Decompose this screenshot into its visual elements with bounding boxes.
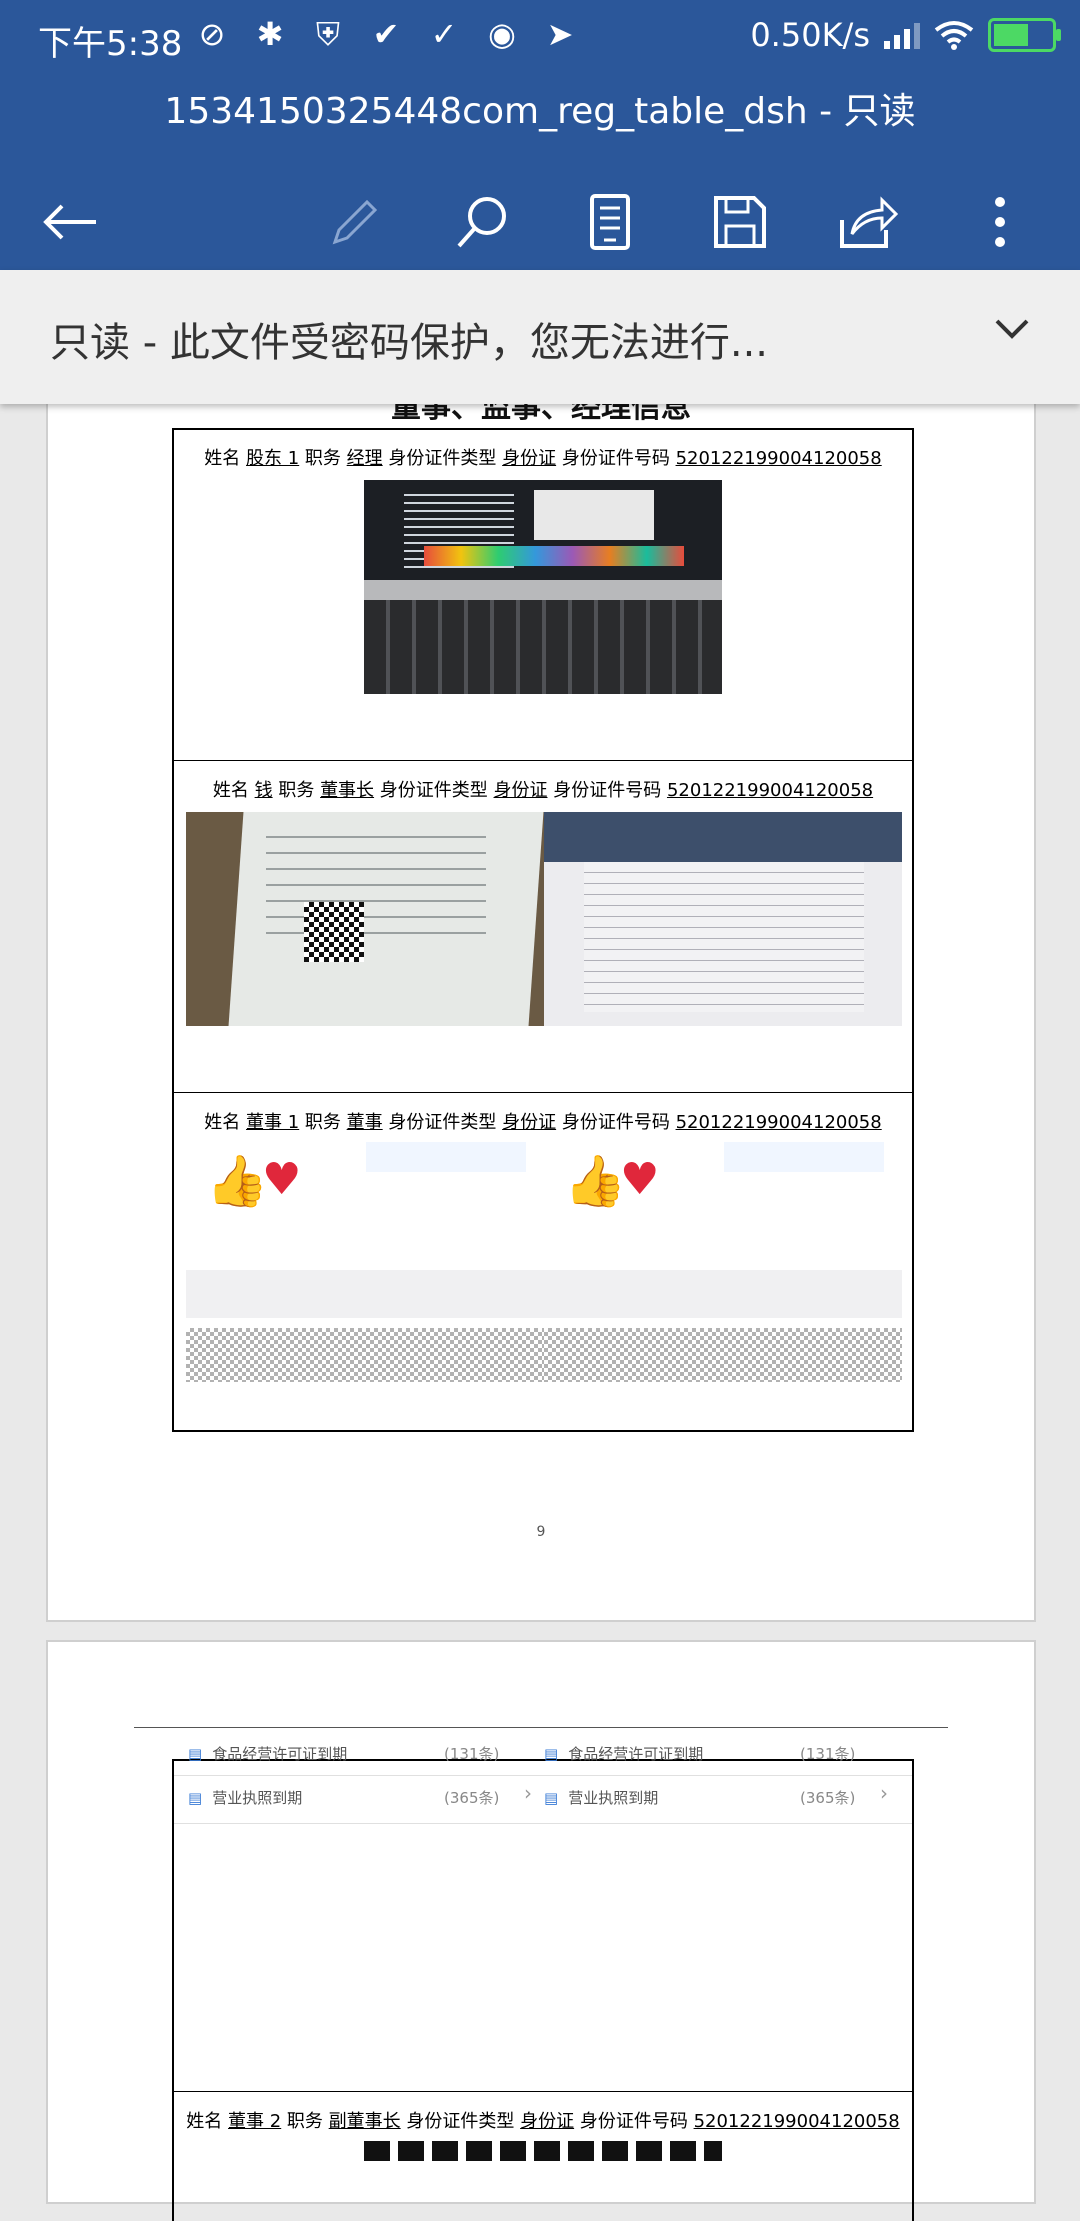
edit-button[interactable] bbox=[305, 172, 405, 272]
back-button[interactable] bbox=[20, 172, 120, 272]
notification-icons: ⊘ ✱ ⛨ ✔ ✓ ◉ ➤ bbox=[192, 14, 580, 54]
officer-table: 姓名 股东 1 职务 经理 身份证件类型 身份证 身份证件号码 52012219… bbox=[172, 428, 914, 1432]
status-right: 0.50K/s bbox=[750, 16, 1061, 54]
license-label: 食品经营许可证到期 bbox=[568, 1745, 704, 1763]
status-bar: 下午5:38 ⊘ ✱ ⛨ ✔ ✓ ◉ ➤ 0.50K/s bbox=[0, 0, 1080, 72]
cat-icon: ◉ bbox=[488, 15, 516, 53]
chevron-right-icon: › bbox=[880, 1781, 888, 1805]
document-photo[interactable] bbox=[544, 812, 902, 1026]
officer-row: 姓名 董事 1 职务 董事 身份证件类型 身份证 身份证件号码 52012219… bbox=[174, 1094, 912, 1424]
send-icon: ➤ bbox=[546, 15, 574, 53]
id-card-icon: ▤ bbox=[544, 1744, 559, 1763]
collage-image[interactable]: 👍 ♥ bbox=[544, 1142, 902, 1382]
chevron-right-icon: › bbox=[524, 1781, 532, 1805]
header-rule bbox=[134, 1727, 948, 1728]
read-only-message: 只读 - 此文件受密码保护，您无法进行... bbox=[50, 320, 769, 366]
officer-table-2: ▤ 食品经营许可证到期 (131条) ▤ 食品经营许可证到期 (131条) ▤ … bbox=[172, 1745, 914, 2221]
toolbar bbox=[0, 172, 1080, 272]
shield-icon: ⛨ bbox=[315, 15, 340, 53]
laptop-photo[interactable] bbox=[364, 480, 722, 694]
back-arrow-icon bbox=[43, 204, 96, 240]
more-icon bbox=[995, 197, 1005, 247]
wifi-icon bbox=[934, 21, 974, 50]
id-card-icon: ▤ bbox=[544, 1788, 559, 1807]
officer-info: 姓名 钱 职务 董事长 身份证件类型 身份证 身份证件号码 5201221990… bbox=[212, 780, 874, 801]
bug-icon: ✱ bbox=[256, 15, 284, 53]
collage-image[interactable]: 👍 ♥ bbox=[186, 1142, 544, 1382]
share-icon bbox=[840, 196, 898, 248]
blocked-icon: ⊘ bbox=[198, 15, 226, 53]
network-speed: 0.50K/s bbox=[750, 16, 870, 54]
thumbs-up-icon: 👍 bbox=[564, 1152, 627, 1210]
check-mark-icon: ✔ bbox=[372, 15, 400, 53]
check-circle-icon: ✓ bbox=[430, 15, 458, 53]
officer-info: 姓名 董事 2 职务 副董事长 身份证件类型 身份证 身份证件号码 520122… bbox=[186, 2111, 900, 2132]
image-fragment bbox=[364, 2141, 722, 2161]
chevron-down-icon[interactable] bbox=[994, 318, 1030, 340]
officer-row: 姓名 股东 1 职务 经理 身份证件类型 身份证 身份证件号码 52012219… bbox=[174, 430, 912, 761]
status-time: 下午5:38 bbox=[38, 24, 183, 64]
license-label: 营业执照到期 bbox=[568, 1789, 659, 1807]
search-icon bbox=[457, 197, 506, 248]
read-only-banner[interactable]: 只读 - 此文件受密码保护，您无法进行... bbox=[0, 270, 1080, 404]
row-divider bbox=[174, 2091, 912, 2092]
license-row: ▤ 食品经营许可证到期 (131条) ▤ 食品经营许可证到期 (131条) bbox=[174, 1741, 912, 1776]
app-bar: 1534150325448com_reg_table_dsh - 只读 bbox=[0, 72, 1080, 270]
more-options-button[interactable] bbox=[950, 172, 1050, 272]
pencil-icon bbox=[332, 199, 378, 245]
document-page-10: ▤ 食品经营许可证到期 (131条) ▤ 食品经营许可证到期 (131条) ▤ … bbox=[46, 1640, 1036, 2221]
officer-info: 姓名 股东 1 职务 经理 身份证件类型 身份证 身份证件号码 52012219… bbox=[204, 448, 882, 469]
license-count: (365条) bbox=[444, 1789, 500, 1807]
license-photo[interactable] bbox=[186, 812, 544, 1026]
document-title: 1534150325448com_reg_table_dsh - 只读 bbox=[164, 91, 916, 132]
save-icon bbox=[714, 196, 766, 248]
id-card-icon: ▤ bbox=[188, 1788, 203, 1807]
page-number: 9 bbox=[536, 1524, 546, 1540]
document-page-9: 董事、监事、经理信息 姓名 股东 1 职务 经理 身份证件类型 身份证 身份证件… bbox=[46, 380, 1036, 1622]
reading-view-button[interactable] bbox=[560, 172, 660, 272]
search-button[interactable] bbox=[433, 172, 533, 272]
thumbs-up-icon: 👍 bbox=[206, 1152, 269, 1210]
license-label: 营业执照到期 bbox=[212, 1789, 303, 1807]
save-button[interactable] bbox=[690, 172, 790, 272]
license-count: (131条) bbox=[444, 1745, 500, 1763]
signal-icon bbox=[884, 21, 920, 49]
license-row: ▤ 营业执照到期 (365条) › ▤ 营业执照到期 (365条) › bbox=[174, 1775, 912, 1824]
heart-icon: ♥ bbox=[262, 1154, 302, 1205]
officer-info: 姓名 董事 1 职务 董事 身份证件类型 身份证 身份证件号码 52012219… bbox=[204, 1112, 882, 1133]
battery-icon bbox=[988, 18, 1061, 52]
id-card-icon: ▤ bbox=[188, 1744, 203, 1763]
license-count: (365条) bbox=[800, 1789, 856, 1807]
reading-view-icon bbox=[590, 194, 630, 250]
heart-icon: ♥ bbox=[620, 1154, 660, 1205]
officer-row: 姓名 钱 职务 董事长 身份证件类型 身份证 身份证件号码 5201221990… bbox=[174, 762, 912, 1093]
share-button[interactable] bbox=[818, 172, 918, 272]
license-label: 食品经营许可证到期 bbox=[212, 1745, 348, 1763]
license-count: (131条) bbox=[800, 1745, 856, 1763]
